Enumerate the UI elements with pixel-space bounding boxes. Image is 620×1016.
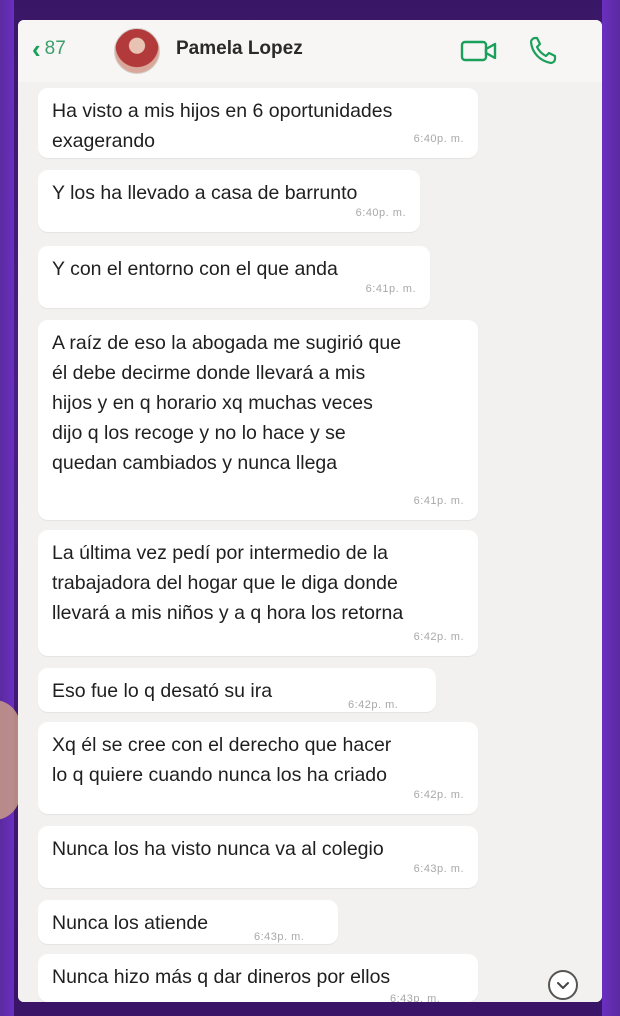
message-time: 6:41p. m.	[365, 283, 416, 295]
message-time: 6:40p. m.	[413, 133, 464, 145]
frame-edge-left	[0, 0, 14, 1016]
message-bubble[interactable]: Ha visto a mis hijos en 6 oportunidades …	[38, 88, 478, 158]
contact-name[interactable]: Pamela Lopez	[176, 38, 303, 60]
message-time: 6:40p. m.	[355, 207, 406, 219]
message-bubble[interactable]: A raíz de eso la abogada me sugirió que …	[38, 320, 478, 520]
message-list[interactable]: Ha visto a mis hijos en 6 oportunidades …	[18, 82, 602, 1002]
message-text: Nunca hizo más q dar dineros por ellos	[52, 966, 391, 988]
message-bubble[interactable]: Y con el entorno con el que anda 6:41p. …	[38, 246, 430, 308]
finger-overlay	[0, 700, 20, 820]
message-bubble[interactable]: Y los ha llevado a casa de barrunto 6:40…	[38, 170, 420, 232]
message-bubble[interactable]: Nunca los ha visto nunca va al colegio 6…	[38, 826, 478, 888]
unread-count: 87	[44, 38, 66, 59]
message-time: 6:43p. m.	[413, 863, 464, 875]
message-bubble[interactable]: Nunca los atiende 6:43p. m.	[38, 900, 338, 944]
message-time: 6:41p. m.	[413, 495, 464, 507]
video-frame: ‹ 87 Pamela Lopez Ha visto a mis hijos e…	[0, 0, 620, 1016]
frame-edge-right	[602, 0, 620, 1016]
message-text: Eso fue lo q desató su ira	[52, 680, 273, 702]
message-text: Y los ha llevado a casa de barrunto	[52, 182, 358, 204]
message-time: 6:42p. m.	[413, 789, 464, 801]
message-text: Nunca los atiende	[52, 912, 209, 934]
chevron-down-icon	[557, 982, 569, 989]
message-text: Y con el entorno con el que anda	[52, 258, 338, 280]
chat-header: ‹ 87 Pamela Lopez	[18, 20, 602, 83]
message-time: 6:43p. m.	[390, 993, 441, 1002]
message-bubble[interactable]: Eso fue lo q desató su ira 6:42p. m.	[38, 668, 436, 712]
phone-screen: ‹ 87 Pamela Lopez Ha visto a mis hijos e…	[18, 20, 602, 1002]
message-time: 6:42p. m.	[348, 699, 399, 711]
scroll-down-button[interactable]	[548, 970, 578, 1000]
message-time: 6:43p. m.	[254, 931, 305, 943]
video-camera-icon[interactable]	[460, 38, 498, 64]
message-bubble[interactable]: La última vez pedí por intermedio de la …	[38, 530, 478, 656]
message-text: Ha visto a mis hijos en 6 oportunidades …	[52, 100, 393, 152]
phone-icon[interactable]	[528, 34, 558, 66]
message-text: A raíz de eso la abogada me sugirió que …	[52, 332, 402, 474]
message-text: La última vez pedí por intermedio de la …	[52, 542, 404, 624]
message-text: Nunca los ha visto nunca va al colegio	[52, 838, 384, 860]
message-time: 6:42p. m.	[413, 631, 464, 643]
message-text: Xq él se cree con el derecho que hacer l…	[52, 734, 392, 786]
chevron-left-icon: ‹	[32, 34, 41, 64]
back-button[interactable]: ‹ 87	[32, 36, 66, 62]
contact-avatar[interactable]	[114, 28, 160, 74]
message-bubble[interactable]: Xq él se cree con el derecho que hacer l…	[38, 722, 478, 814]
